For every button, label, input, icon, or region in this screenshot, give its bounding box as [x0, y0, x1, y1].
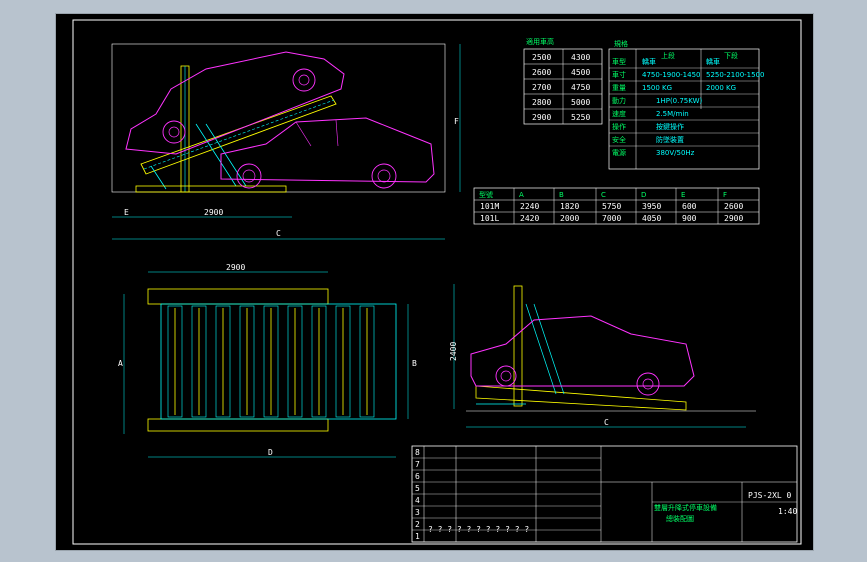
model-cell: 2000 — [560, 214, 579, 223]
model-cell: 101L — [480, 214, 499, 223]
row-number: 7 — [415, 460, 420, 469]
model-cell: 2900 — [724, 214, 743, 223]
height-cell: 2600 — [532, 68, 551, 77]
spec-value: 1500 KG — [642, 84, 672, 92]
spec-value: 1HP(0.75KW) — [656, 97, 703, 105]
height-cell: 2900 — [532, 113, 551, 122]
spec-label: 速度 — [612, 109, 626, 118]
dim-e-label: E — [124, 208, 129, 217]
spec-label: 重量 — [612, 84, 626, 92]
plan-top-beam — [147, 288, 329, 305]
title-line-2: 總裝配圖 — [666, 514, 694, 523]
plan-platform — [160, 303, 397, 420]
row-number: 2 — [415, 520, 420, 529]
lower-car — [220, 117, 435, 183]
model-cell: 4050 — [642, 214, 661, 223]
scale-value: 1:40 — [778, 507, 797, 516]
model-header: 型號 — [479, 190, 493, 199]
dim-c-label: C — [276, 229, 281, 238]
front-column — [513, 285, 523, 407]
model-header: D — [641, 191, 646, 199]
height-table-header: 適用車高 — [526, 37, 554, 46]
model-cell: 600 — [682, 202, 697, 211]
spec-label: 操作 — [612, 122, 626, 131]
model-cell: 3950 — [642, 202, 661, 211]
height-cell: 4300 — [571, 53, 590, 62]
spec-label: 車寸 — [612, 70, 626, 79]
row-number: 8 — [415, 448, 420, 457]
spec-header-2: 下段 — [724, 51, 738, 60]
spec-header-1: 上段 — [661, 51, 675, 60]
spec-value: 2.5M/min — [656, 110, 689, 118]
model-cell: 101M — [480, 202, 499, 211]
row-number: 5 — [415, 484, 420, 493]
cad-drawing: E 2900 C F 適用車高 2500 43002600 45002700 4750… — [72, 19, 802, 545]
model-cell: 2240 — [520, 202, 539, 211]
model-table: 型號 A B C D E F 101M 2240 1820 5750 3950 600 2600 101L 2… — [473, 187, 760, 225]
row-number: 1 — [415, 532, 420, 541]
front-dim-c: C — [604, 418, 609, 427]
title-block: 8 7 6 5 4 3 2 1 PJS-2XL 0 雙層升降式停車設備 總裝配圖 1:40 ?… — [411, 445, 797, 543]
spec-value: 4750-1900-1450 — [642, 71, 701, 79]
model-cell: 1820 — [560, 202, 579, 211]
height-cell: 4500 — [571, 68, 590, 77]
spec-value: 380V/50Hz — [656, 149, 695, 157]
model-cell: 900 — [682, 214, 697, 223]
model-cell: 7000 — [602, 214, 621, 223]
plan-dim-b: B — [412, 359, 417, 368]
title-line-1: 雙層升降式停車設備 — [654, 503, 717, 512]
row-number: 4 — [415, 496, 420, 505]
spec-header-0: 規格 — [614, 39, 628, 48]
spec-value: 按鍵操作 — [656, 122, 684, 131]
model-header: A — [519, 191, 524, 199]
front-car — [470, 315, 695, 387]
model-header: B — [559, 191, 564, 199]
side-view-frame — [111, 43, 446, 193]
spec-value: 2000 KG — [706, 84, 736, 92]
question-marks: ? ? ? ? ? ? ? ? ? ? ? — [428, 525, 529, 534]
spec-table: 規格 上段 下段 車型 轎車 轎車車寸 4750-1900-1450 5250-2100… — [608, 39, 765, 170]
model-cell: 2600 — [724, 202, 743, 211]
height-cell: 4750 — [571, 83, 590, 92]
height-cell: 2500 — [532, 53, 551, 62]
spec-label: 安全 — [612, 135, 626, 144]
drawing-sheet: E 2900 C F 適用車高 2500 4300 2600 4500 2700 4750… — [55, 13, 814, 551]
plan-dim-d: D — [268, 448, 273, 457]
side-view: E 2900 C F — [111, 43, 461, 240]
plan-dim-2900: 2900 — [226, 263, 245, 272]
front-dim-2400: 2400 — [449, 342, 458, 361]
height-table: 適用車高 2500 4300 2600 4500 2700 4750 2800 5000 290… — [523, 37, 603, 125]
front-view: 2400 C — [449, 284, 756, 428]
drawing-number: PJS-2XL 0 — [748, 491, 792, 500]
model-header: E — [681, 191, 685, 199]
dim-2900-label: 2900 — [204, 208, 223, 217]
spec-label: 電源 — [612, 148, 626, 157]
plan-bottom-beam — [147, 418, 329, 432]
model-cell: 2420 — [520, 214, 539, 223]
height-cell: 5000 — [571, 98, 590, 107]
spec-label: 動力 — [612, 96, 626, 105]
row-number: 3 — [415, 508, 420, 517]
spec-value: 防墜裝置 — [656, 135, 684, 144]
model-header: C — [601, 191, 606, 199]
height-cell: 5250 — [571, 113, 590, 122]
model-header: F — [723, 191, 727, 199]
side-base — [135, 185, 287, 193]
spec-value: 5250-2100-1500 — [706, 71, 765, 79]
spec-value: 轎車 — [642, 57, 656, 66]
plan-dim-a: A — [118, 359, 123, 368]
height-cell: 2800 — [532, 98, 551, 107]
spec-label: 車型 — [612, 57, 626, 66]
plan-view: 2900 A B D — [118, 263, 417, 458]
front-ramp — [475, 385, 687, 411]
row-number: 6 — [415, 472, 420, 481]
spec-value: 轎車 — [706, 57, 720, 66]
model-cell: 5750 — [602, 202, 621, 211]
height-cell: 2700 — [532, 83, 551, 92]
dim-f-label: F — [454, 117, 459, 126]
